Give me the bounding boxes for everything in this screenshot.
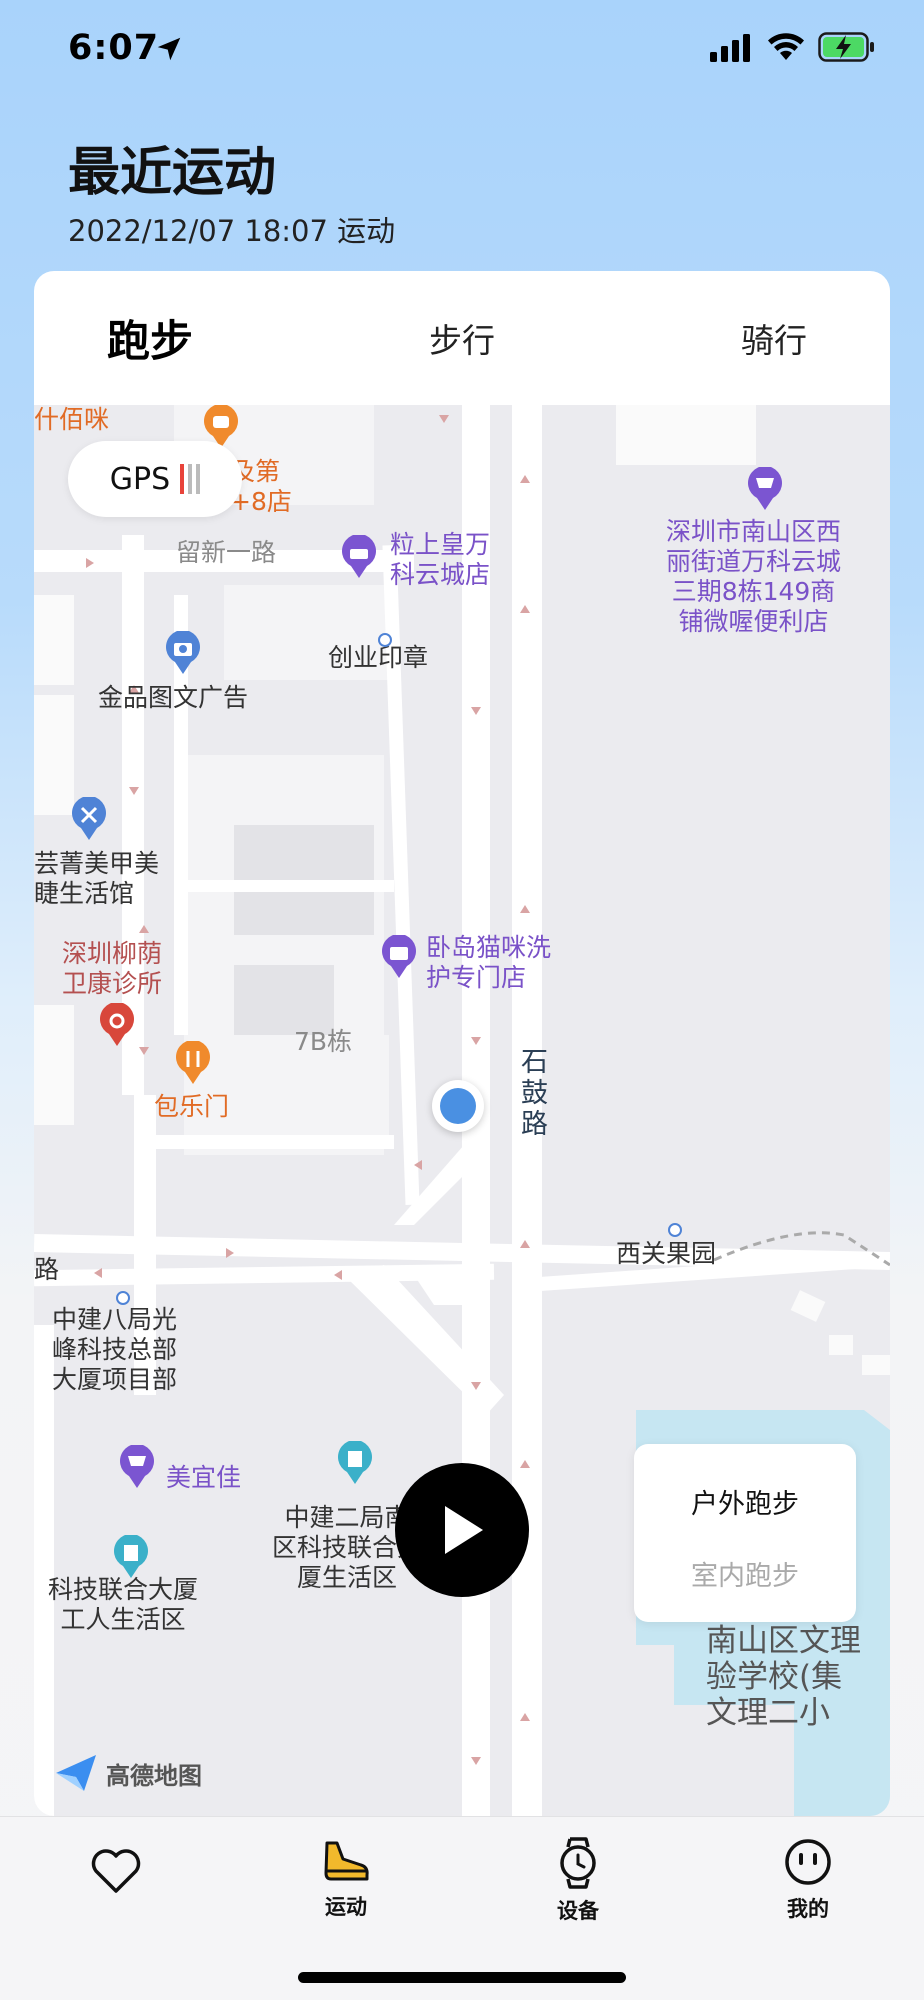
map-label-weiwo-store: 深圳市南山区西 丽街道万科云城 三期8栋149商 铺微喔便利店 (666, 517, 842, 636)
run-mode-menu: 户外跑步 室内跑步 (634, 1444, 856, 1622)
building-pin-icon-2 (114, 1535, 148, 1578)
gps-status-pill: GPS (68, 441, 242, 517)
last-workout-subtitle: 2022/12/07 18:07 运动 (68, 214, 396, 248)
map-label-meiyijia: 美宜佳 (166, 1463, 242, 1492)
play-icon (445, 1506, 483, 1554)
tab-running[interactable]: 跑步 (34, 307, 346, 369)
shopping-basket-pin-icon (342, 535, 376, 578)
tab-walking[interactable]: 步行 (346, 314, 578, 362)
battery-charging-icon (818, 32, 874, 62)
workout-card: 跑步 步行 骑行 什佰咪 及第 +8店 留新一路 粒上皇万 科云城店 深圳市南山… (34, 271, 890, 1816)
tab-cycling[interactable]: 骑行 (578, 314, 890, 362)
nav-health[interactable] (56, 1847, 176, 1895)
building-pin-icon (338, 1441, 372, 1484)
nav-sport[interactable]: 运动 (286, 1837, 406, 1921)
smiley-face-icon (785, 1839, 831, 1885)
map-label-baolemen: 包乐门 (154, 1092, 230, 1121)
start-workout-button[interactable] (395, 1463, 529, 1597)
beauty-pin-icon (72, 797, 106, 840)
nav-device[interactable]: 设备 (518, 1837, 638, 1925)
mode-indoor-run[interactable]: 室内跑步 (634, 1554, 856, 1593)
status-bar: 6:07 (0, 0, 924, 100)
gps-label: GPS (109, 461, 171, 497)
map-label-road-cut: 路 (34, 1255, 60, 1284)
medical-pin-icon (100, 1003, 134, 1046)
map-label-yunjing: 芸菁美甲美 睫生活馆 (34, 849, 160, 908)
map-label-clinic: 深圳柳荫 卫康诊所 (62, 939, 163, 998)
pet-shop-pin-icon (382, 935, 416, 978)
map-label-shigu-road: 石 鼓 路 (521, 1047, 548, 1140)
sport-tabs: 跑步 步行 骑行 (34, 271, 890, 405)
map-label-liuxin-road: 留新一路 (176, 538, 277, 567)
status-time: 6:07 (68, 28, 160, 68)
map-view[interactable]: 什佰咪 及第 +8店 留新一路 粒上皇万 科云城店 深圳市南山区西 丽街道万科云… (34, 405, 890, 1816)
poi-dot-icon (378, 633, 392, 647)
map-label-7b-building: 7B栋 (294, 1027, 353, 1056)
nav-device-label: 设备 (557, 1899, 599, 1923)
location-arrow-icon (157, 37, 181, 61)
map-label-xiguan: 西关果园 (616, 1239, 717, 1268)
nav-sport-label: 运动 (325, 1895, 367, 1919)
amap-logo-text: 高德地图 (106, 1761, 202, 1790)
poi-dot-icon-2 (668, 1223, 682, 1237)
map-label-lishanghuang: 粒上皇万 科云城店 (390, 530, 491, 589)
watch-icon (560, 1837, 596, 1889)
amap-logo: 高德地图 (54, 1753, 202, 1793)
page-title: 最近运动 (68, 143, 277, 203)
map-label-jinpin: 金品图文广告 (98, 683, 249, 712)
home-indicator (298, 1972, 626, 1983)
cart-pin-icon (120, 1445, 154, 1488)
food-pin-icon (176, 1041, 210, 1084)
map-label-woodao: 卧岛猫咪洗 护专门店 (426, 933, 552, 992)
mode-outdoor-run[interactable]: 户外跑步 (634, 1482, 856, 1521)
amap-logo-icon (56, 1755, 96, 1791)
map-label-kejilianhe: 科技联合大厦 工人生活区 (48, 1575, 199, 1634)
current-location-marker (432, 1080, 484, 1132)
map-label-zhongjian8: 中建八局光 峰科技总部 大厦项目部 (52, 1305, 178, 1394)
wifi-icon (768, 33, 804, 60)
nav-profile[interactable]: 我的 (748, 1837, 868, 1923)
camera-pin-icon (166, 631, 200, 674)
map-label-school: 南山区文理 验学校(集 文理二小 (706, 1623, 861, 1731)
heart-icon (91, 1849, 141, 1893)
cellular-signal-icon (710, 34, 750, 62)
poi-dot-icon-3 (116, 1291, 130, 1305)
nav-profile-label: 我的 (787, 1897, 829, 1921)
shopping-cart-pin-icon (748, 467, 782, 510)
map-label-shibaimi: 什佰咪 (34, 405, 110, 434)
gps-signal-icon (180, 464, 201, 494)
running-shoe-icon (324, 1841, 369, 1881)
